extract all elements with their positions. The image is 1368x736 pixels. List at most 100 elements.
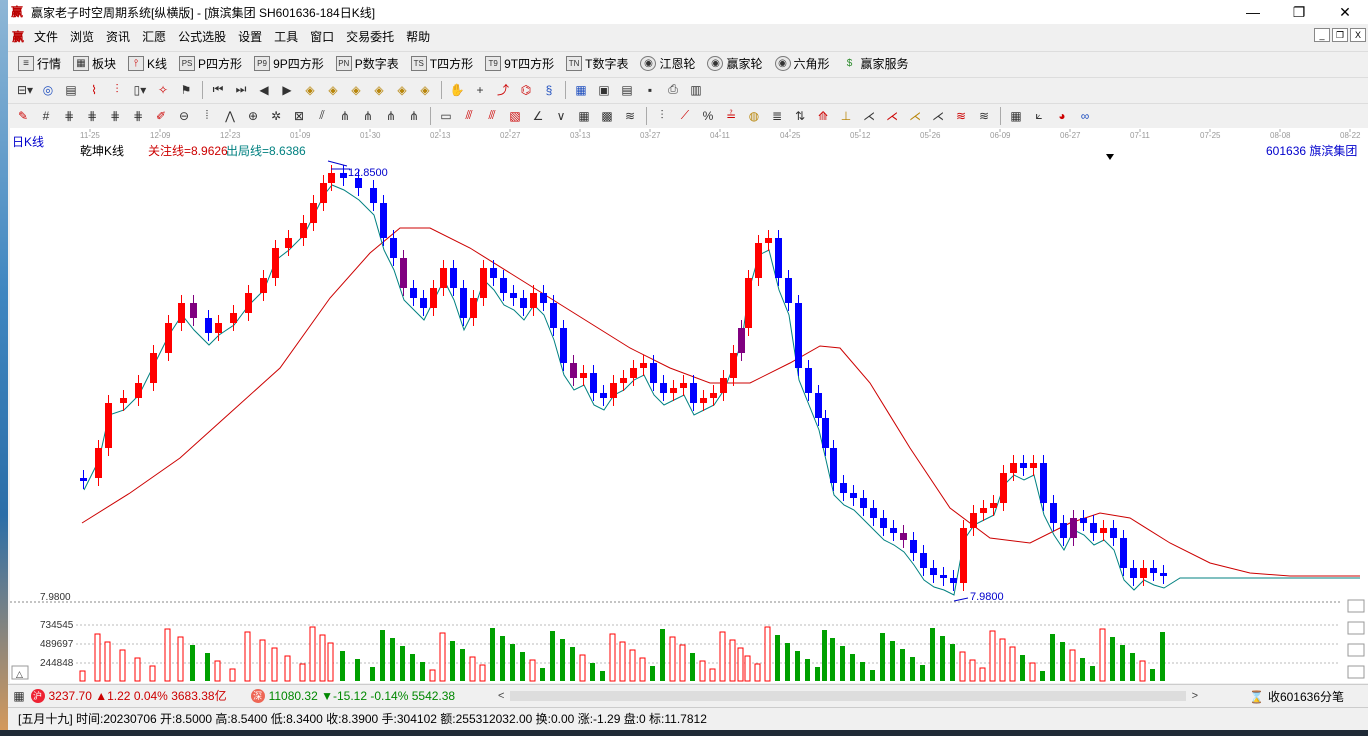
candle[interactable] [775,238,782,278]
candle[interactable] [1050,503,1057,523]
draw-wave-icon[interactable]: ≋ [621,107,639,125]
draw-bars-icon[interactable]: ⦙ [198,107,216,125]
candle[interactable] [1150,568,1157,573]
diamond-5-icon[interactable]: ◈ [393,81,411,99]
script-icon[interactable]: § [540,81,558,99]
draw-gann2-icon[interactable]: ⋌ [883,107,901,125]
draw-comb-1-icon[interactable]: ⋔ [336,107,354,125]
toolbar-sector-button[interactable]: ▦ 板块 [73,55,116,72]
candle[interactable] [1130,568,1137,578]
candle[interactable] [870,508,877,518]
candle[interactable] [215,323,222,333]
trend-icon[interactable]: ⤴ [494,81,512,99]
candle[interactable] [550,303,557,328]
mdi-minimize-button[interactable]: _ [1314,28,1330,42]
shenzhen-index[interactable]: 深 11080.32 ▼-15.12 -0.14% 5542.38 [250,688,455,703]
scroll-right-arrow-icon[interactable]: > [1192,690,1198,702]
toolbar-service-button[interactable]: $ 赢家服务 [842,55,909,72]
kline-chart-svg[interactable]: 11-25 12-09 12-23 01-09 01-30 02-13 02-27 03-13… [10,128,1368,683]
draw-fan-icon[interactable]: ⋀ [221,107,239,125]
dropdown-arrow-icon[interactable] [1106,154,1114,160]
toolbar-9p-square-button[interactable]: P9 9P四方形 [254,55,324,72]
candle[interactable] [1110,528,1117,538]
candle[interactable] [738,328,745,353]
menu-file[interactable]: 文件 [28,28,64,45]
menu-window[interactable]: 窗口 [304,28,340,45]
draw-grid2-icon[interactable]: ▦ [1007,107,1025,125]
candle[interactable] [80,478,87,481]
signal-icon[interactable]: ⌬ [517,81,535,99]
candle[interactable] [480,268,487,298]
candle[interactable] [630,368,637,378]
toolbar-gann-wheel-button[interactable]: ◉ 江恩轮 [640,55,695,72]
candle[interactable] [720,378,727,393]
candle[interactable] [420,298,427,308]
candle[interactable] [850,493,857,498]
draw-comb-3-icon[interactable]: ⋔ [382,107,400,125]
candle[interactable] [990,503,997,508]
draw-slash-icon[interactable]: ⟋ [676,107,694,125]
draw-speed-icon[interactable]: ⟰ [814,107,832,125]
candle[interactable] [890,528,897,533]
pen-icon[interactable]: ✎ [14,107,32,125]
restore-button[interactable]: ❐ [1276,0,1322,24]
candle[interactable] [230,313,237,323]
candle[interactable] [245,293,252,313]
candle[interactable] [490,268,497,278]
candle[interactable] [370,188,377,203]
candle[interactable] [470,298,477,318]
toolbar-t-square-button[interactable]: TS T四方形 [410,55,473,72]
save-icon[interactable]: ▪ [641,81,659,99]
candle[interactable] [165,323,172,353]
horizontal-scrollbar[interactable]: < > [498,689,1198,703]
candle[interactable] [105,403,112,448]
toolbar-t-table-button[interactable]: TN T数字表 [566,55,628,72]
menu-settings[interactable]: 设置 [232,28,268,45]
menu-browse[interactable]: 浏览 [64,28,100,45]
candle[interactable] [500,278,507,293]
draw-ray-icon[interactable]: ∠ [529,107,547,125]
candle[interactable] [540,293,547,303]
diamond-3-icon[interactable]: ◈ [347,81,365,99]
candle[interactable] [830,448,837,483]
candle[interactable] [400,258,407,288]
candle[interactable] [300,223,307,238]
table-icon[interactable]: ▦ [10,687,28,705]
candle[interactable] [178,303,185,323]
draw-gann-icon[interactable]: ⋌ [860,107,878,125]
fingerprint-icon[interactable]: ◎ [39,81,57,99]
first-icon[interactable]: ⏮ [209,81,227,99]
candle[interactable] [980,508,987,513]
candle[interactable] [1040,463,1047,503]
draw-hash-1-icon[interactable]: ⋕ [60,107,78,125]
draw-percent-icon[interactable]: % [699,107,717,125]
candle[interactable] [730,353,737,378]
scroll-left-arrow-icon[interactable]: < [498,690,504,702]
toolbar-winner-wheel-button[interactable]: ◉ 赢家轮 [707,55,763,72]
candle[interactable] [940,575,947,578]
candle[interactable] [120,398,127,403]
candle[interactable] [745,278,752,328]
candle[interactable] [328,173,335,183]
candle[interactable] [530,293,537,308]
draw-gann5-icon[interactable]: ≋ [952,107,970,125]
toolbar-p-table-button[interactable]: PN P数字表 [335,55,399,72]
candle[interactable] [765,238,772,243]
candle[interactable] [805,368,812,393]
candle[interactable] [690,383,697,403]
candle[interactable] [135,383,142,398]
hand-icon[interactable]: ✋ [448,81,466,99]
menu-trade[interactable]: 交易委托 [340,28,400,45]
candle[interactable] [450,268,457,288]
candle[interactable] [670,388,677,393]
toolbar-9t-square-button[interactable]: T9 9T四方形 [485,55,554,72]
candle[interactable] [1060,523,1067,538]
scroll-left-button[interactable] [1347,643,1365,657]
candle[interactable] [340,173,347,178]
candle[interactable] [272,248,279,278]
diamond-1-icon[interactable]: ◈ [301,81,319,99]
candle[interactable] [660,383,667,393]
minimize-button[interactable]: — [1230,0,1276,24]
candle[interactable] [440,268,447,288]
candle[interactable] [1080,518,1087,523]
